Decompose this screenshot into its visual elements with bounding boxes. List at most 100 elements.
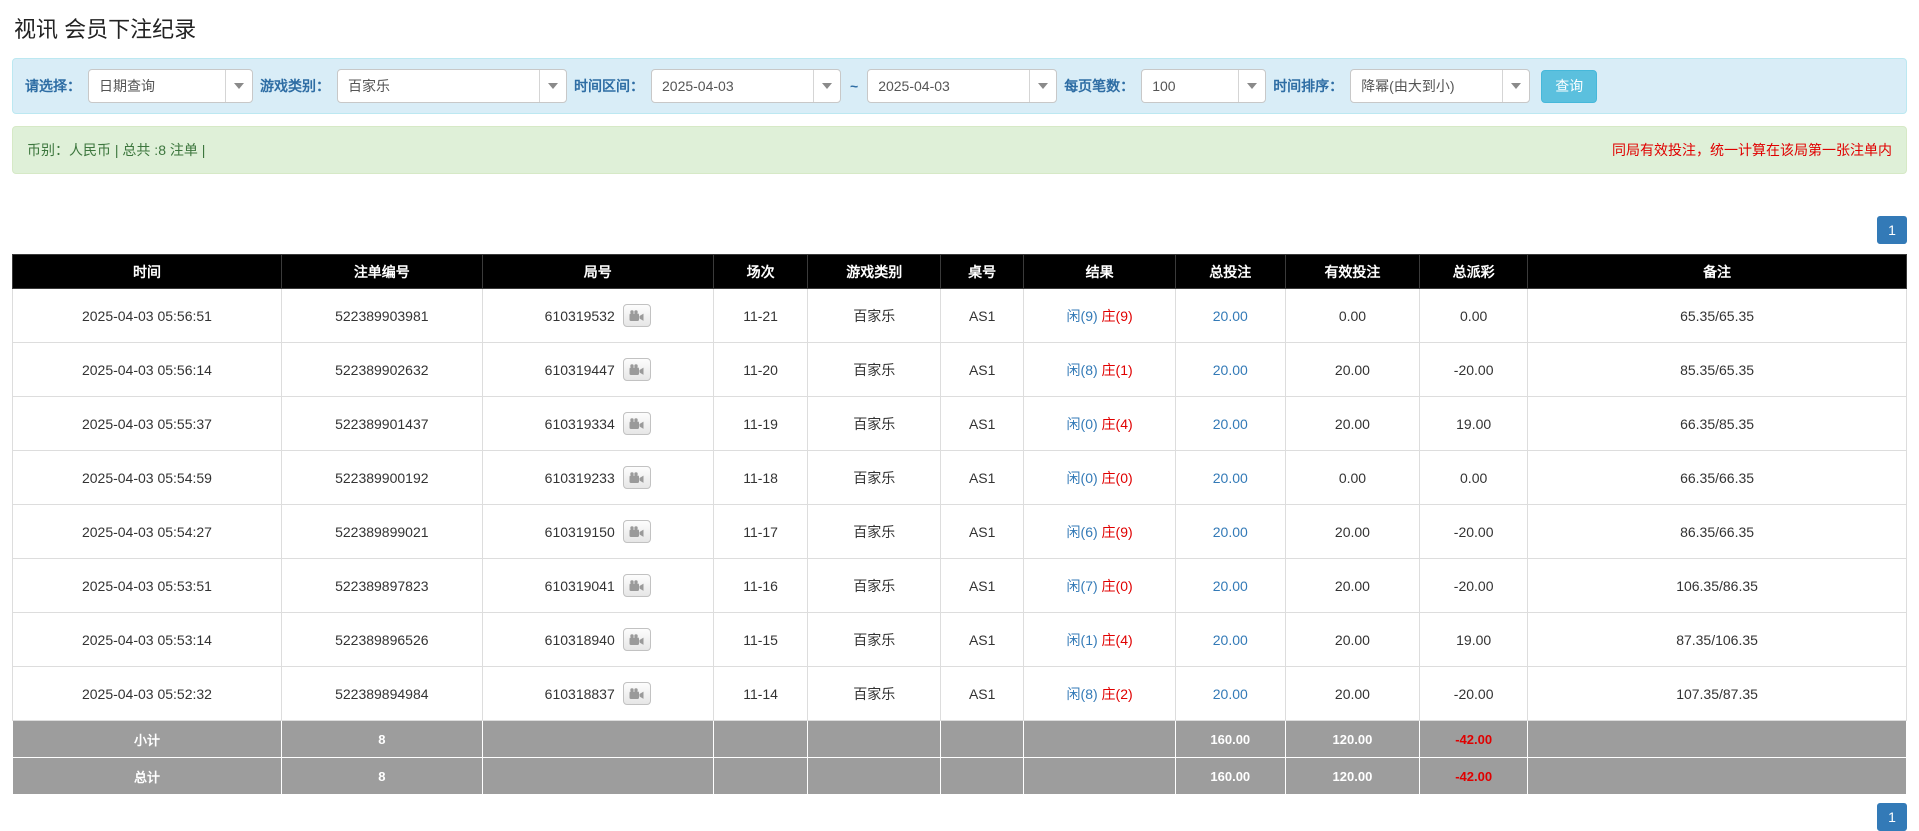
result-player: 闲(0) — [1066, 469, 1098, 486]
cell-remark: 86.35/66.35 — [1527, 504, 1907, 559]
page-button[interactable]: 1 — [1877, 803, 1907, 831]
chevron-down-icon — [813, 70, 840, 102]
cell-time: 2025-04-03 05:55:37 — [12, 396, 282, 451]
search-button[interactable]: 查询 — [1541, 69, 1598, 103]
date-to-value: 2025-04-03 — [878, 78, 950, 94]
select-type-dropdown[interactable]: 日期查询 — [88, 69, 253, 103]
cell-session: 11-15 — [712, 612, 809, 667]
pagination-bottom: 1 — [12, 803, 1907, 831]
total-bet-link[interactable]: 20.00 — [1213, 632, 1248, 648]
cell-table-no: AS1 — [940, 396, 1025, 451]
subtotal-total-bet: 160.00 — [1174, 720, 1286, 758]
cell-total-bet: 20.00 — [1174, 342, 1286, 397]
video-replay-icon — [629, 363, 644, 375]
page-container: 视讯 会员下注纪录 请选择： 日期查询 游戏类别： 百家乐 时间区间： 2025… — [0, 0, 1919, 831]
cell-result: 闲(9) 庄(9) — [1023, 288, 1176, 343]
total-bet-link[interactable]: 20.00 — [1213, 362, 1248, 378]
result-banker: 庄(4) — [1101, 631, 1133, 648]
cell-time: 2025-04-03 05:54:27 — [12, 504, 282, 559]
range-separator: ~ — [850, 78, 859, 94]
replay-button[interactable] — [622, 466, 651, 489]
cell-bet-id: 522389903981 — [280, 288, 483, 343]
page-button[interactable]: 1 — [1877, 216, 1907, 244]
cell-total-bet: 20.00 — [1174, 396, 1286, 451]
total-bet-link[interactable]: 20.00 — [1213, 470, 1248, 486]
result-player: 闲(9) — [1066, 307, 1098, 324]
table-row: 2025-04-03 05:55:37 522389901437 610319334… — [12, 396, 1907, 451]
total-count: 8 — [280, 757, 483, 795]
cell-payout: 0.00 — [1419, 288, 1529, 343]
header-valid-bet: 有效投注 — [1284, 254, 1421, 289]
cell-valid-bet: 20.00 — [1284, 504, 1421, 559]
result-player: 闲(0) — [1066, 415, 1098, 432]
chevron-down-icon — [1029, 70, 1056, 102]
game-type-dropdown[interactable]: 百家乐 — [337, 69, 567, 103]
table-row: 2025-04-03 05:54:59 522389900192 610319233… — [12, 450, 1907, 505]
cell-payout: 19.00 — [1419, 612, 1529, 667]
time-sort-value: 降幂(由大到小) — [1361, 78, 1455, 94]
replay-button[interactable] — [622, 304, 651, 327]
replay-button[interactable] — [622, 574, 651, 597]
cell-remark: 66.35/85.35 — [1527, 396, 1907, 451]
subtotal-label: 小计 — [12, 720, 282, 758]
cell-table-no: AS1 — [940, 288, 1025, 343]
cell-table-no: AS1 — [940, 612, 1025, 667]
result-banker: 庄(4) — [1101, 415, 1133, 432]
cell-table-no: AS1 — [940, 666, 1025, 721]
cell-bet-id: 522389899021 — [280, 504, 483, 559]
cell-result: 闲(0) 庄(0) — [1023, 450, 1176, 505]
result-player: 闲(1) — [1066, 631, 1098, 648]
date-from-dropdown[interactable]: 2025-04-03 — [651, 69, 841, 103]
total-label: 总计 — [12, 757, 282, 795]
currency-summary: 币别：人民币 | 总共 :8 注单 | — [27, 142, 206, 158]
cell-payout: -20.00 — [1419, 504, 1529, 559]
result-banker: 庄(0) — [1101, 469, 1133, 486]
cell-valid-bet: 20.00 — [1284, 342, 1421, 397]
total-payout: -42.00 — [1419, 757, 1529, 795]
result-player: 闲(8) — [1066, 685, 1098, 702]
cell-game-type: 百家乐 — [807, 450, 942, 505]
chevron-down-icon — [225, 70, 252, 102]
cell-session: 11-17 — [712, 504, 809, 559]
table-row: 2025-04-03 05:54:27 522389899021 610319150… — [12, 504, 1907, 559]
subtotal-count: 8 — [280, 720, 483, 758]
cell-valid-bet: 0.00 — [1284, 288, 1421, 343]
cell-game-type: 百家乐 — [807, 504, 942, 559]
total-bet-link[interactable]: 20.00 — [1213, 308, 1248, 324]
total-bet-link[interactable]: 20.00 — [1213, 578, 1248, 594]
header-time: 时间 — [12, 254, 282, 289]
replay-button[interactable] — [622, 520, 651, 543]
header-table-no: 桌号 — [940, 254, 1025, 289]
time-sort-dropdown[interactable]: 降幂(由大到小) — [1350, 69, 1531, 103]
table-header: 时间 注单编号 局号 场次 游戏类别 桌号 结果 总投注 有效投注 总派彩 备注 — [12, 254, 1907, 289]
replay-button[interactable] — [622, 628, 651, 651]
cell-time: 2025-04-03 05:52:32 — [12, 666, 282, 721]
select-type-value: 日期查询 — [99, 78, 155, 94]
cell-time: 2025-04-03 05:56:14 — [12, 342, 282, 397]
cell-remark: 65.35/65.35 — [1527, 288, 1907, 343]
total-bet-link[interactable]: 20.00 — [1213, 416, 1248, 432]
replay-button[interactable] — [622, 682, 651, 705]
result-banker: 庄(9) — [1101, 523, 1133, 540]
table-row: 2025-04-03 05:53:51 522389897823 610319041… — [12, 558, 1907, 613]
time-sort-label: 时间排序： — [1273, 78, 1344, 94]
cell-bet-id: 522389894984 — [280, 666, 483, 721]
page-size-dropdown[interactable]: 100 — [1141, 69, 1267, 103]
header-bet-id: 注单编号 — [280, 254, 483, 289]
date-to-dropdown[interactable]: 2025-04-03 — [867, 69, 1058, 103]
table-row: 2025-04-03 05:56:51 522389903981 610319532… — [12, 288, 1907, 343]
video-replay-icon — [629, 417, 644, 429]
notice-text: 同局有效投注，统一计算在该局第一张注单内 — [1612, 142, 1892, 158]
cell-round-id: 610318940 — [481, 612, 714, 667]
total-bet-link[interactable]: 20.00 — [1213, 524, 1248, 540]
table-body: 2025-04-03 05:56:51 522389903981 610319532… — [12, 288, 1907, 721]
header-session: 场次 — [712, 254, 809, 289]
cell-valid-bet: 20.00 — [1284, 396, 1421, 451]
replay-button[interactable] — [622, 358, 651, 381]
cell-round-id: 610319334 — [481, 396, 714, 451]
cell-round-id: 610319532 — [481, 288, 714, 343]
total-row: 总计 8 160.00 120.00 -42.00 — [12, 757, 1907, 795]
replay-button[interactable] — [622, 412, 651, 435]
date-from-value: 2025-04-03 — [662, 78, 734, 94]
total-bet-link[interactable]: 20.00 — [1213, 686, 1248, 702]
